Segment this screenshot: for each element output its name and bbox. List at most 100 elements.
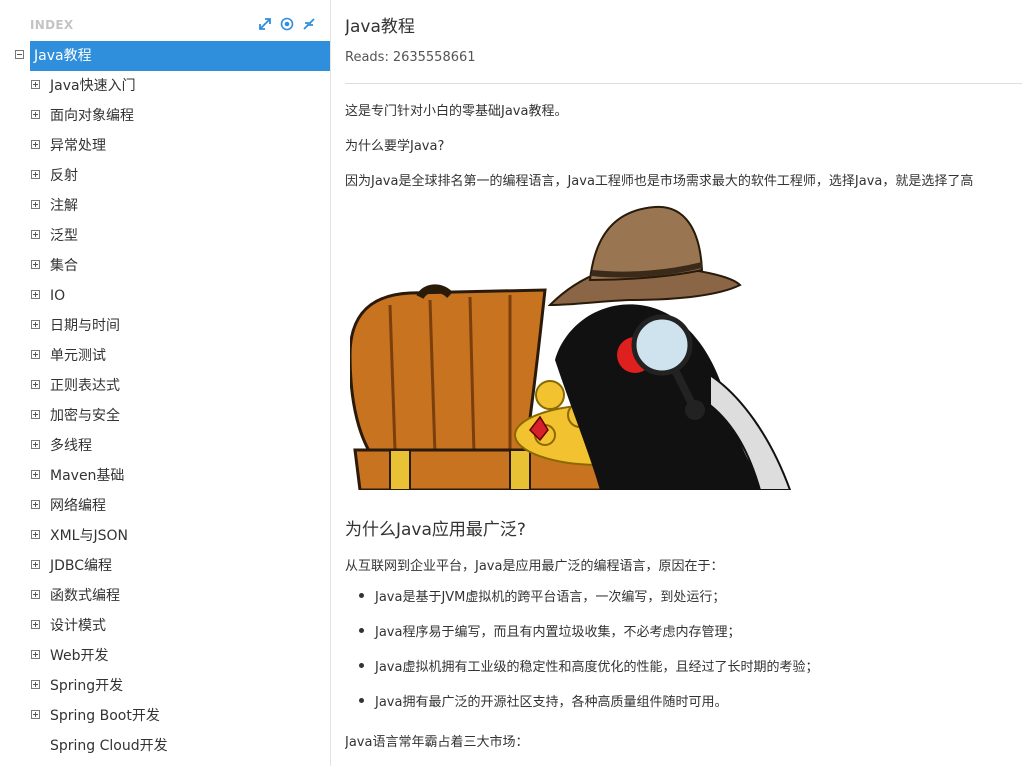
sidebar-item[interactable]: JDBC编程 xyxy=(0,551,330,581)
sidebar-item-label[interactable]: 加密与安全 xyxy=(50,401,120,431)
sidebar-item-label[interactable]: 注解 xyxy=(50,191,78,221)
collapse-icon[interactable] xyxy=(302,17,316,31)
sidebar-item-label[interactable]: 正则表达式 xyxy=(50,371,120,401)
sidebar-item[interactable]: 多线程 xyxy=(0,431,330,461)
page-title: Java教程 xyxy=(345,17,415,37)
duke-treasure-illustration xyxy=(350,205,792,490)
sidebar-item-label[interactable]: Spring Boot开发 xyxy=(50,701,160,731)
divider xyxy=(345,83,1022,84)
bullet-icon xyxy=(359,663,364,668)
expand-toggle-icon[interactable] xyxy=(31,590,40,599)
list-item-text: Java拥有最广泛的开源社区支持，各种高质量组件随时可用。 xyxy=(375,695,728,710)
sidebar-item[interactable]: Spring Cloud开发 xyxy=(0,731,330,761)
sidebar-item[interactable]: Spring开发 xyxy=(0,671,330,701)
expand-toggle-icon[interactable] xyxy=(31,680,40,689)
sidebar-item-label[interactable]: 设计模式 xyxy=(50,611,106,641)
expand-toggle-icon[interactable] xyxy=(31,350,40,359)
sidebar-item-label[interactable]: 日期与时间 xyxy=(50,311,120,341)
reads-value: 2635558661 xyxy=(392,50,476,65)
sidebar-item-label[interactable]: 集合 xyxy=(50,251,78,281)
sidebar-item-label[interactable]: 异常处理 xyxy=(50,131,106,161)
expand-toggle-icon[interactable] xyxy=(31,620,40,629)
tree-root-item[interactable]: Java教程 xyxy=(0,41,330,71)
sidebar-item-label[interactable]: Maven基础 xyxy=(50,461,124,491)
sidebar-item[interactable]: 泛型 xyxy=(0,221,330,251)
sidebar-item[interactable]: 单元测试 xyxy=(0,341,330,371)
reads-counter: Reads: 2635558661 xyxy=(345,50,476,65)
bullet-icon xyxy=(359,593,364,598)
list-item-text: Java虚拟机拥有工业级的稳定性和高度优化的性能，且经过了长时期的考验； xyxy=(375,660,819,675)
sidebar-item-label[interactable]: 面向对象编程 xyxy=(50,101,134,131)
sidebar-item-label[interactable]: 多线程 xyxy=(50,431,92,461)
list-item-text: Java是基于JVM虚拟机的跨平台语言，一次编写，到处运行； xyxy=(375,590,726,605)
expand-toggle-icon[interactable] xyxy=(31,80,40,89)
sidebar-item[interactable]: 异常处理 xyxy=(0,131,330,161)
expand-toggle-icon[interactable] xyxy=(31,290,40,299)
sidebar-header: INDEX xyxy=(0,0,330,40)
sidebar-item[interactable]: Web开发 xyxy=(0,641,330,671)
expand-toggle-icon[interactable] xyxy=(31,650,40,659)
expand-toggle-icon[interactable] xyxy=(31,200,40,209)
sidebar-item[interactable]: 网络编程 xyxy=(0,491,330,521)
expand-icon[interactable] xyxy=(258,17,272,31)
expand-toggle-icon[interactable] xyxy=(31,470,40,479)
expand-toggle-icon[interactable] xyxy=(31,170,40,179)
sidebar-item[interactable]: XML与JSON xyxy=(0,521,330,551)
sidebar-item-label[interactable]: Spring Cloud开发 xyxy=(50,731,168,761)
sidebar-item[interactable]: Maven基础 xyxy=(0,461,330,491)
expand-toggle-icon[interactable] xyxy=(31,560,40,569)
sidebar-item[interactable]: 设计模式 xyxy=(0,611,330,641)
sidebar-item-label[interactable]: Spring开发 xyxy=(50,671,123,701)
tree-items: Java快速入门 面向对象编程 异常处理 反射 注解 泛型 集合 IO 日期与时间 单元测试 正则表… xyxy=(0,71,330,761)
tree-root-label[interactable]: Java教程 xyxy=(30,41,330,71)
locate-icon[interactable] xyxy=(280,17,294,31)
expand-toggle-icon[interactable] xyxy=(31,410,40,419)
markets-paragraph: Java语言常年霸占着三大市场： xyxy=(345,735,529,750)
sidebar-item-label[interactable]: 函数式编程 xyxy=(50,581,120,611)
sidebar-item-label[interactable]: 泛型 xyxy=(50,221,78,251)
sidebar-item-label[interactable]: Web开发 xyxy=(50,641,109,671)
expand-toggle-icon[interactable] xyxy=(31,230,40,239)
list-item-text: Java程序易于编写，而且有内置垃圾收集，不必考虑内存管理； xyxy=(375,625,741,640)
sidebar-item-label[interactable]: 单元测试 xyxy=(50,341,106,371)
section-paragraph: 从互联网到企业平台，Java是应用最广泛的编程语言，原因在于： xyxy=(345,559,724,574)
sidebar-item[interactable]: Java快速入门 xyxy=(0,71,330,101)
expand-toggle-icon[interactable] xyxy=(31,530,40,539)
article: Java教程 Reads: 2635558661 这是专门针对小白的零基础Java… xyxy=(345,0,1022,766)
expand-toggle-icon[interactable] xyxy=(31,710,40,719)
sidebar-item[interactable]: 反射 xyxy=(0,161,330,191)
collapse-toggle-icon[interactable] xyxy=(15,50,24,59)
bullet-icon xyxy=(359,628,364,633)
sidebar-item[interactable]: 集合 xyxy=(0,251,330,281)
sidebar-item-label[interactable]: Java快速入门 xyxy=(50,71,136,101)
sidebar-item-label[interactable]: 反射 xyxy=(50,161,78,191)
sidebar-item-label[interactable]: JDBC编程 xyxy=(50,551,112,581)
intro-paragraph: 这是专门针对小白的零基础Java教程。 xyxy=(345,104,568,119)
expand-toggle-icon[interactable] xyxy=(31,110,40,119)
expand-toggle-icon[interactable] xyxy=(31,440,40,449)
sidebar-item[interactable]: Spring Boot开发 xyxy=(0,701,330,731)
expand-toggle-icon[interactable] xyxy=(31,260,40,269)
reason-paragraph: 因为Java是全球排名第一的编程语言，Java工程师也是市场需求最大的软件工程师… xyxy=(345,174,974,189)
sidebar-item[interactable]: IO xyxy=(0,281,330,311)
expand-toggle-icon[interactable] xyxy=(31,380,40,389)
sidebar-item[interactable]: 日期与时间 xyxy=(0,311,330,341)
why-question: 为什么要学Java? xyxy=(345,139,445,154)
sidebar-tools xyxy=(258,17,316,31)
sidebar-item-label[interactable]: IO xyxy=(50,281,65,311)
sidebar-item-label[interactable]: 网络编程 xyxy=(50,491,106,521)
bullet-icon xyxy=(359,698,364,703)
sidebar-item[interactable]: 正则表达式 xyxy=(0,371,330,401)
sidebar-title: INDEX xyxy=(30,18,74,32)
expand-toggle-icon[interactable] xyxy=(31,320,40,329)
sidebar-item[interactable]: 面向对象编程 xyxy=(0,101,330,131)
reads-label: Reads: xyxy=(345,50,389,65)
sidebar-item[interactable]: 注解 xyxy=(0,191,330,221)
sidebar-item[interactable]: 函数式编程 xyxy=(0,581,330,611)
expand-toggle-icon[interactable] xyxy=(31,500,40,509)
sidebar-item[interactable]: 加密与安全 xyxy=(0,401,330,431)
sidebar-item-label[interactable]: XML与JSON xyxy=(50,521,128,551)
sidebar: INDEX Java教程 Java快速入门 面向对象编程 异常处理 反射 注解 泛型 集合 I… xyxy=(0,0,331,766)
section-heading: 为什么Java应用最广泛? xyxy=(345,520,526,540)
expand-toggle-icon[interactable] xyxy=(31,140,40,149)
